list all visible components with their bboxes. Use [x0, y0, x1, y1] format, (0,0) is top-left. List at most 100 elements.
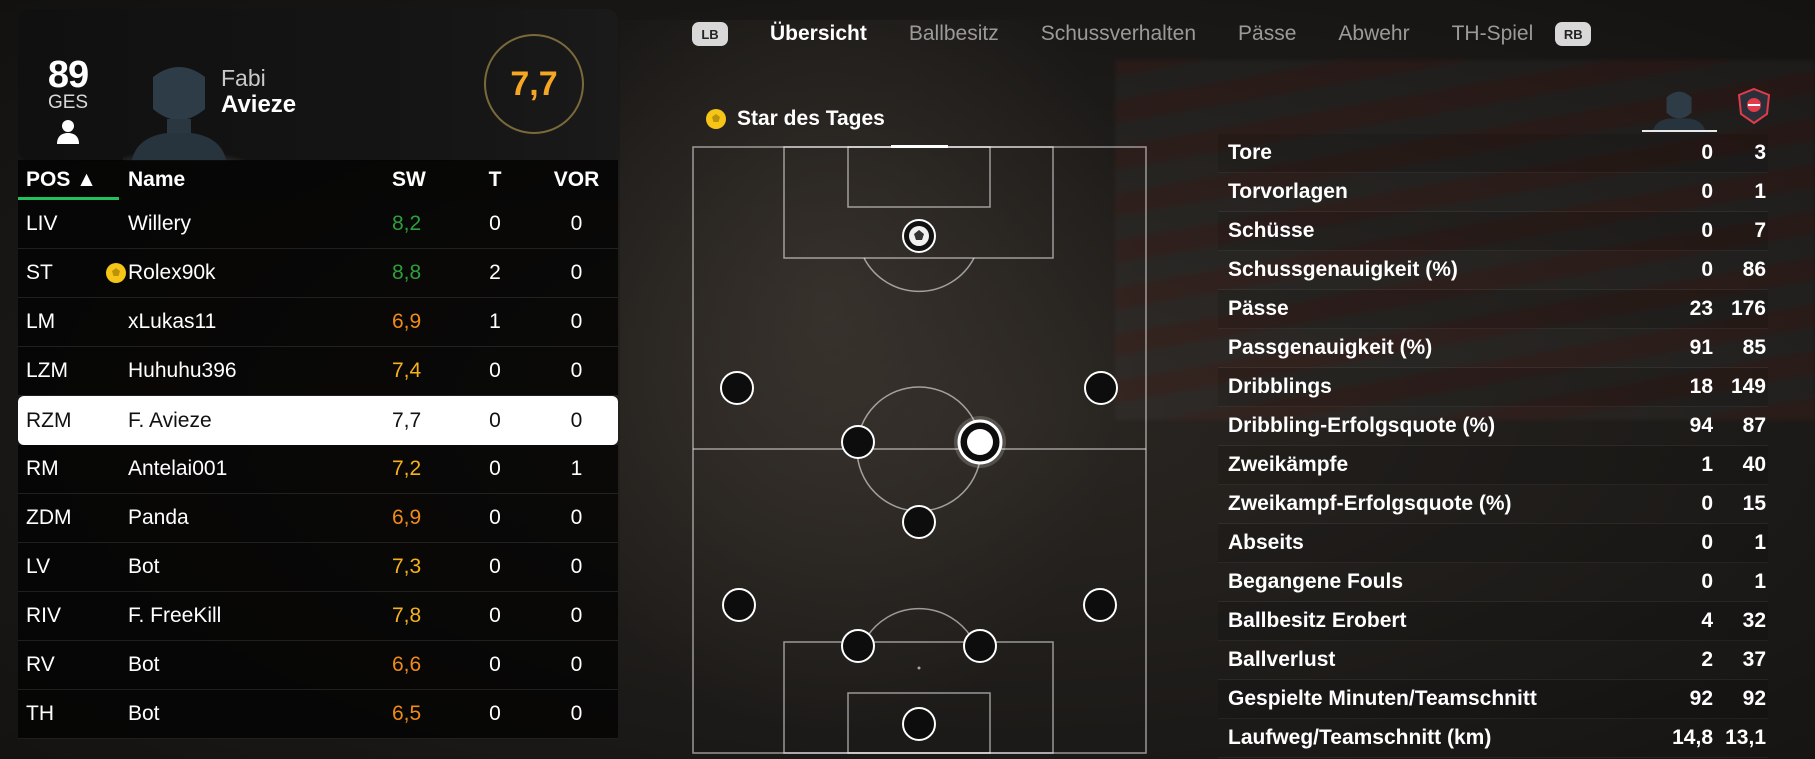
stat-player-value: 14,8 [1672, 726, 1713, 749]
player-rating-value: 6,9 [392, 506, 422, 529]
star-player-ball-icon [106, 263, 126, 283]
player-row-name: Huhuhu396 [128, 359, 237, 382]
player-assists: 0 [570, 702, 583, 725]
player-row-name: Bot [128, 653, 160, 676]
stat-row: Schussgenauigkeit (%) 0 86 [1218, 251, 1768, 290]
rb-button-icon[interactable]: RB [1555, 22, 1592, 46]
player-rating: 7,4 [366, 359, 455, 383]
player-row[interactable]: RM Antelai001 7,2 0 1 [18, 445, 618, 494]
stat-team-value: 86 [1742, 258, 1766, 281]
stat-label: Schussgenauigkeit (%) [1228, 258, 1458, 281]
tab-ballbesitz[interactable]: Ballbesitz [909, 22, 999, 46]
tab-schussverhalten[interactable]: Schussverhalten [1041, 22, 1196, 46]
assists-header[interactable]: VOR [535, 168, 618, 192]
sort-by-position-header[interactable]: POS ▲ [18, 160, 119, 200]
tab-abwehr[interactable]: Abwehr [1338, 22, 1409, 46]
stat-label: Zweikämpfe [1228, 453, 1349, 476]
player-assists: 0 [570, 555, 583, 578]
player-row[interactable]: ZDM Panda 6,9 0 0 [18, 494, 618, 543]
stat-team-value: 15 [1742, 492, 1766, 515]
stat-team-value: 1 [1754, 531, 1766, 554]
player-row[interactable]: TH Bot 6,5 0 0 [18, 690, 618, 739]
goals-header[interactable]: T [455, 168, 535, 192]
stat-label: Begangene Fouls [1228, 570, 1404, 593]
player-row[interactable]: LIV Willery 8,2 0 0 [18, 200, 618, 249]
stat-row: Passgenauigkeit (%) 91 85 [1218, 329, 1768, 368]
star-of-the-day: Star des Tages [705, 107, 885, 131]
player-position: RV [26, 653, 55, 676]
stat-team-value: 149 [1730, 375, 1766, 398]
stat-row: Zweikämpfe 1 40 [1218, 446, 1768, 485]
player-marker-liv [841, 629, 875, 663]
stat-row: Zweikampf-Erfolgsquote (%) 0 15 [1218, 485, 1768, 524]
player-goals: 1 [489, 310, 501, 333]
stat-team-value: 3 [1754, 141, 1766, 164]
player-marker-rm [1084, 371, 1118, 405]
player-rating: 6,6 [366, 653, 455, 677]
player-position: RIV [26, 604, 62, 627]
player-goals: 0 [489, 702, 501, 725]
player-assists: 0 [570, 212, 583, 235]
stat-label: Dribbling-Erfolgsquote (%) [1228, 414, 1496, 437]
stat-label: Dribblings [1228, 375, 1332, 398]
stat-team-value: 13,1 [1725, 726, 1766, 749]
stat-player-value: 23 [1689, 297, 1713, 320]
match-rating-badge: 7,7 [484, 34, 584, 134]
player-marker-rzm-selected [954, 416, 1006, 468]
stat-player-value: 91 [1689, 336, 1713, 359]
stat-row: Laufweg/Teamschnitt (km) 14,8 13,1 [1218, 719, 1768, 758]
player-assists: 1 [570, 457, 583, 480]
player-rating-value: 7,3 [392, 555, 422, 578]
player-assists: 0 [570, 604, 583, 627]
stat-label: Ballverlust [1228, 648, 1336, 671]
stat-team-value: 32 [1742, 609, 1766, 632]
player-row[interactable]: LZM Huhuhu396 7,4 0 0 [18, 347, 618, 396]
player-marker-riv [963, 629, 997, 663]
player-row[interactable]: LV Bot 7,3 0 0 [18, 543, 618, 592]
tab-paesse[interactable]: Pässe [1238, 22, 1296, 46]
tab-uebersicht[interactable]: Übersicht [770, 22, 867, 46]
player-row[interactable]: RIV F. FreeKill 7,8 0 0 [18, 592, 618, 641]
player-rating-value: 7,4 [392, 359, 422, 382]
stats-tabs: LB Übersicht Ballbesitz Schussverhalten … [692, 14, 1592, 54]
player-row[interactable]: RV Bot 6,6 0 0 [18, 641, 618, 690]
stat-team-value: 7 [1754, 219, 1766, 242]
overall-block: 89 GES [40, 56, 96, 145]
stat-player-value: 4 [1701, 609, 1713, 632]
table-header: POS ▲ Name SW T VOR [18, 160, 618, 200]
stat-row: Pässe 23 176 [1218, 290, 1768, 329]
player-marker-lv [722, 588, 756, 622]
stat-row: Tore 0 3 [1218, 134, 1768, 173]
stat-team-value: 176 [1730, 297, 1766, 320]
stat-team-value: 37 [1742, 648, 1766, 671]
rating-header[interactable]: SW [366, 168, 455, 192]
player-goals: 0 [489, 555, 501, 578]
player-row-name: Antelai001 [128, 457, 228, 480]
tab-th-spiel[interactable]: TH-Spiel [1452, 22, 1534, 46]
team-crest-icon [1737, 87, 1771, 125]
football-icon [706, 109, 726, 129]
player-rating: 8,2 [366, 212, 455, 236]
player-rating: 8,8 [366, 261, 455, 285]
player-row[interactable]: RZM F. Avieze 7,7 0 0 [18, 396, 618, 445]
player-row-name: xLukas11 [128, 310, 217, 333]
name-header[interactable]: Name [119, 168, 366, 192]
player-row[interactable]: LM xLukas11 6,9 1 0 [18, 298, 618, 347]
stat-row: Gespielte Minuten/Teamschnitt 92 92 [1218, 680, 1768, 719]
player-goals: 2 [489, 261, 501, 284]
stat-label: Torvorlagen [1228, 180, 1348, 203]
stat-player-value: 0 [1701, 219, 1713, 242]
player-row[interactable]: ST Rolex90k 8,8 2 0 [18, 249, 618, 298]
player-goals: 0 [489, 653, 501, 676]
player-position: LIV [26, 212, 58, 235]
player-rating: 7,3 [366, 555, 455, 579]
player-silhouette-icon [1642, 91, 1717, 132]
stat-row: Abseits 0 1 [1218, 524, 1768, 563]
player-rating: 7,7 [366, 409, 455, 433]
star-of-the-day-label: Star des Tages [737, 107, 885, 130]
lb-button-icon[interactable]: LB [692, 22, 728, 46]
stat-team-value: 1 [1754, 180, 1766, 203]
player-goals: 0 [489, 359, 501, 382]
player-goals: 0 [489, 506, 501, 529]
player-rating: 7,2 [366, 457, 455, 481]
